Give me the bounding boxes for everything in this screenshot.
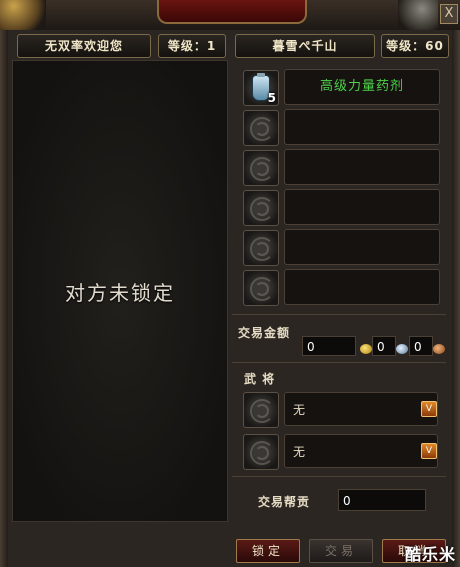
empty-slot-icon-inner xyxy=(255,242,269,256)
trade-money-label: 交易金额 xyxy=(238,326,291,340)
trade-button[interactable]: 交易 xyxy=(309,539,373,563)
item-slot-4[interactable] xyxy=(243,190,279,226)
general-1-dropdown-button[interactable]: V xyxy=(421,401,437,417)
contribution-label: 交易帮贡 xyxy=(258,495,311,509)
item-name-6 xyxy=(284,269,440,305)
silver-coin-icon xyxy=(396,344,408,354)
partner-lock-status: 对方未锁定 xyxy=(65,280,175,305)
item-quantity: 5 xyxy=(267,91,276,105)
copper-input[interactable]: 0 xyxy=(409,336,433,356)
left-player-level: 等级：1 xyxy=(158,34,226,58)
item-name-3 xyxy=(284,149,440,185)
gold-coin-icon xyxy=(360,344,372,354)
divider xyxy=(232,362,446,363)
dragon-ornament-right xyxy=(398,0,438,30)
item-slot-2[interactable] xyxy=(243,110,279,146)
item-name-4 xyxy=(284,189,440,225)
window-top-frame xyxy=(0,0,460,30)
general-name-1: 无 xyxy=(284,392,438,426)
title-ornament xyxy=(157,0,307,24)
right-player-name: 暮雪ぺ千山 xyxy=(235,34,375,58)
general-slot-2[interactable] xyxy=(243,434,279,470)
empty-slot-icon-inner xyxy=(255,202,269,216)
copper-coin-icon xyxy=(433,344,445,354)
item-slot-3[interactable] xyxy=(243,150,279,186)
empty-slot-icon-inner xyxy=(255,404,269,418)
item-name-5 xyxy=(284,229,440,265)
item-name-2 xyxy=(284,109,440,145)
empty-slot-icon-inner xyxy=(255,162,269,176)
partner-trade-panel: 对方未锁定 xyxy=(12,60,228,522)
right-player-level: 等级：60 xyxy=(381,34,449,58)
empty-slot-icon-inner xyxy=(255,122,269,136)
silver-input[interactable]: 0 xyxy=(372,336,396,356)
dragon-ornament-left xyxy=(0,0,46,30)
window-right-border xyxy=(452,30,460,567)
generals-label: 武 将 xyxy=(244,372,276,386)
item-name-1: 高级力量药剂 xyxy=(284,69,440,105)
general-2-dropdown-button[interactable]: V xyxy=(421,443,437,459)
gold-input[interactable]: 0 xyxy=(302,336,356,356)
close-button[interactable]: X xyxy=(440,4,458,24)
empty-slot-icon-inner xyxy=(255,446,269,460)
item-slot-6[interactable] xyxy=(243,270,279,306)
general-name-2: 无 xyxy=(284,434,438,468)
item-slot-5[interactable] xyxy=(243,230,279,266)
divider xyxy=(232,476,446,477)
contribution-input[interactable]: 0 xyxy=(338,489,426,511)
window-left-border xyxy=(0,30,8,567)
lock-button[interactable]: 锁定 xyxy=(236,539,300,563)
watermark-logo: 酷乐米 xyxy=(404,545,456,564)
empty-slot-icon-inner xyxy=(255,282,269,296)
general-slot-1[interactable] xyxy=(243,392,279,428)
item-slot-1[interactable]: 5 xyxy=(243,70,279,106)
divider xyxy=(232,314,446,315)
left-player-name: 无双率欢迎您 xyxy=(17,34,151,58)
